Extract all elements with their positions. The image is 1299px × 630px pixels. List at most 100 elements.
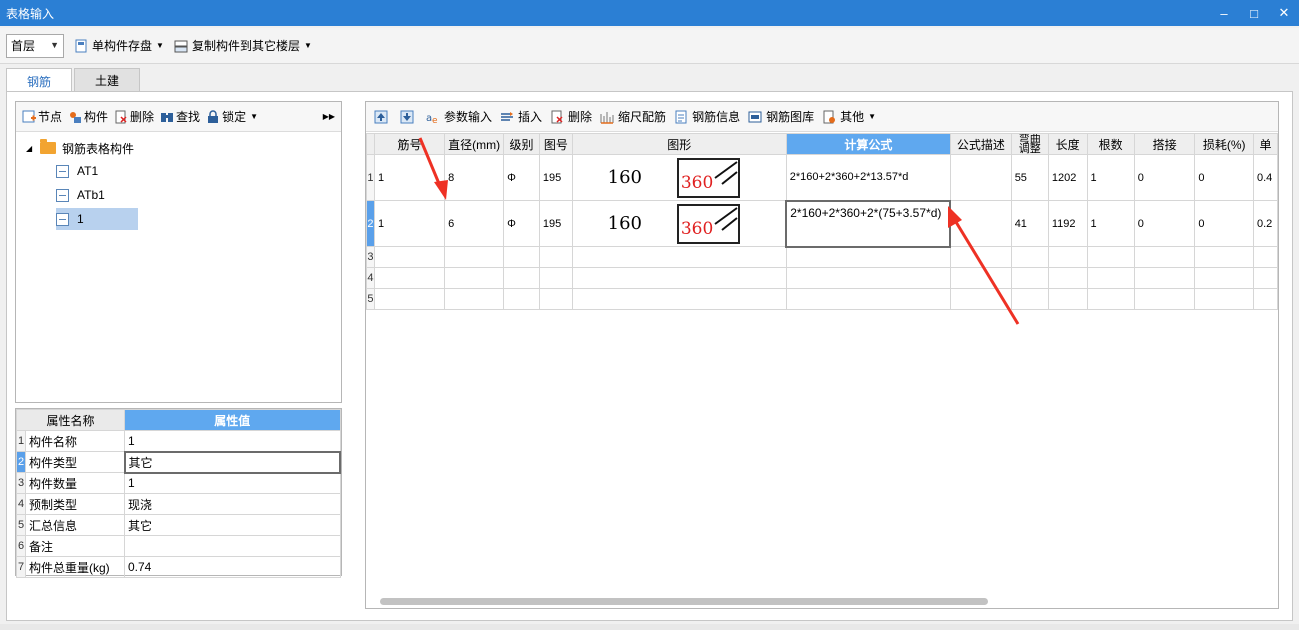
scale-rebar-button[interactable]: 缩尺配筋 (600, 108, 666, 125)
cell-lap[interactable]: 0 (1133, 154, 1196, 201)
maximize-button[interactable]: □ (1239, 0, 1269, 26)
row-number[interactable]: 2 (366, 200, 375, 247)
empty-cell[interactable] (1010, 246, 1049, 268)
row-number[interactable]: 4 (366, 267, 375, 289)
tree-root[interactable]: ◢ 钢筋表格构件 (16, 136, 341, 160)
column-header-formula-desc[interactable]: 公式描述 (949, 133, 1012, 155)
param-input-button[interactable]: ae 参数输入 (426, 108, 492, 125)
empty-cell[interactable] (1047, 288, 1088, 310)
cell-lap[interactable]: 0 (1133, 200, 1196, 247)
collapse-icon[interactable]: ◢ (26, 144, 36, 153)
cell-formula[interactable]: 2*160+2*360+2*13.57*d (785, 154, 951, 201)
column-header-length[interactable]: 长度 (1047, 133, 1088, 155)
floor-select[interactable]: 首层 ▼ (6, 33, 64, 58)
column-header-formula[interactable]: 计算公式 (785, 133, 951, 155)
cell-unit[interactable]: 0.4 (1252, 154, 1278, 201)
empty-cell[interactable] (1047, 246, 1088, 268)
insert-button[interactable]: 插入 (500, 108, 542, 125)
empty-cell[interactable] (538, 246, 573, 268)
empty-cell[interactable] (949, 267, 1012, 289)
cell-loss[interactable]: 0 (1194, 200, 1254, 247)
column-header-bar-no[interactable]: 筋号 (373, 133, 446, 155)
table-row[interactable]: 4 预制类型 现浇 (16, 493, 341, 515)
empty-cell[interactable] (1252, 246, 1278, 268)
empty-cell[interactable] (538, 267, 573, 289)
empty-cell[interactable] (1194, 288, 1254, 310)
cell-length[interactable]: 1202 (1047, 154, 1088, 201)
attribute-value[interactable]: 1 (124, 472, 341, 494)
tree-item-at1[interactable]: AT1 (56, 160, 341, 182)
cell-bend-adjust[interactable]: 41 (1010, 200, 1049, 247)
table-row[interactable]: 2 1 6 Φ 195 160 360 2*160+2*360+2*(75+3.… (366, 199, 1278, 248)
attribute-value-editor[interactable]: 其它 (123, 450, 341, 474)
attribute-value[interactable]: 其它 (124, 514, 341, 536)
minimize-button[interactable]: – (1209, 0, 1239, 26)
empty-cell[interactable] (1133, 246, 1196, 268)
empty-cell[interactable] (503, 246, 540, 268)
rebar-library-button[interactable]: 钢筋图库 (748, 108, 814, 125)
table-row[interactable]: 1 构件名称 1 (16, 430, 341, 452)
empty-cell[interactable] (1010, 267, 1049, 289)
empty-cell[interactable] (1086, 246, 1135, 268)
cell-shape[interactable]: 160 360 (571, 154, 787, 201)
empty-cell[interactable] (949, 246, 1012, 268)
empty-cell[interactable] (373, 288, 446, 310)
attribute-value[interactable]: 1 (124, 430, 341, 452)
find-button[interactable]: 查找 (160, 108, 200, 125)
empty-cell[interactable] (1047, 267, 1088, 289)
table-row[interactable]: 4 (366, 267, 1278, 289)
attribute-value[interactable]: 现浇 (124, 493, 341, 515)
empty-cell[interactable] (785, 246, 951, 268)
table-row[interactable]: 3 构件数量 1 (16, 472, 341, 494)
table-row[interactable]: 2 构件类型 其它 (16, 450, 341, 474)
column-header-shape[interactable]: 图形 (571, 133, 787, 155)
table-row[interactable]: 3 (366, 246, 1278, 268)
empty-cell[interactable] (1252, 288, 1278, 310)
tree-item-atb1[interactable]: ATb1 (56, 184, 341, 206)
empty-cell[interactable] (444, 288, 505, 310)
row-number[interactable]: 3 (366, 246, 375, 268)
empty-cell[interactable] (1086, 288, 1135, 310)
column-header-loss[interactable]: 损耗(%) (1194, 133, 1254, 155)
cell-grade[interactable]: Φ (503, 154, 540, 201)
attribute-value[interactable]: 0.74 (124, 556, 341, 578)
empty-cell[interactable] (373, 246, 446, 268)
cell-formula-desc[interactable] (949, 200, 1012, 247)
column-header-unit[interactable]: 单 (1252, 133, 1278, 155)
column-header-figure-no[interactable]: 图号 (538, 133, 573, 155)
empty-cell[interactable] (785, 288, 951, 310)
save-component-button[interactable]: 单构件存盘 ▼ (74, 34, 164, 58)
more-icon[interactable]: ▶▶ (323, 112, 335, 121)
cell-length[interactable]: 1192 (1047, 200, 1088, 247)
tree-item-1[interactable]: 1 (56, 208, 138, 230)
empty-cell[interactable] (538, 288, 573, 310)
cell-bend-adjust[interactable]: 55 (1010, 154, 1049, 201)
empty-cell[interactable] (949, 288, 1012, 310)
column-header-lap[interactable]: 搭接 (1133, 133, 1196, 155)
empty-cell[interactable] (503, 267, 540, 289)
cell-diameter[interactable]: 8 (444, 154, 505, 201)
empty-cell[interactable] (1010, 288, 1049, 310)
empty-cell[interactable] (785, 267, 951, 289)
delete-component-button[interactable]: 删除 (114, 108, 154, 125)
column-header-grade[interactable]: 级别 (503, 133, 540, 155)
cell-bar-no[interactable]: 1 (373, 200, 446, 247)
empty-cell[interactable] (503, 288, 540, 310)
cell-diameter[interactable]: 6 (444, 200, 505, 247)
empty-cell[interactable] (1194, 267, 1254, 289)
move-down-button[interactable] (400, 110, 418, 124)
empty-cell[interactable] (373, 267, 446, 289)
cell-grade[interactable]: Φ (503, 200, 540, 247)
row-number[interactable]: 5 (366, 288, 375, 310)
tab-civil[interactable]: 土建 (74, 68, 141, 92)
table-row[interactable]: 5 汇总信息 其它 (16, 514, 341, 536)
empty-cell[interactable] (571, 288, 787, 310)
table-row[interactable]: 6 备注 (16, 535, 341, 557)
cell-count[interactable]: 1 (1086, 154, 1135, 201)
cell-figure-no[interactable]: 195 (538, 154, 573, 201)
cell-formula-desc[interactable] (949, 154, 1012, 201)
other-button[interactable]: 其他 ▼ (822, 108, 876, 125)
add-component-button[interactable]: 构件 (68, 108, 108, 125)
table-row[interactable]: 7 构件总重量(kg) 0.74 (16, 556, 341, 578)
table-row[interactable]: 5 (366, 288, 1278, 310)
